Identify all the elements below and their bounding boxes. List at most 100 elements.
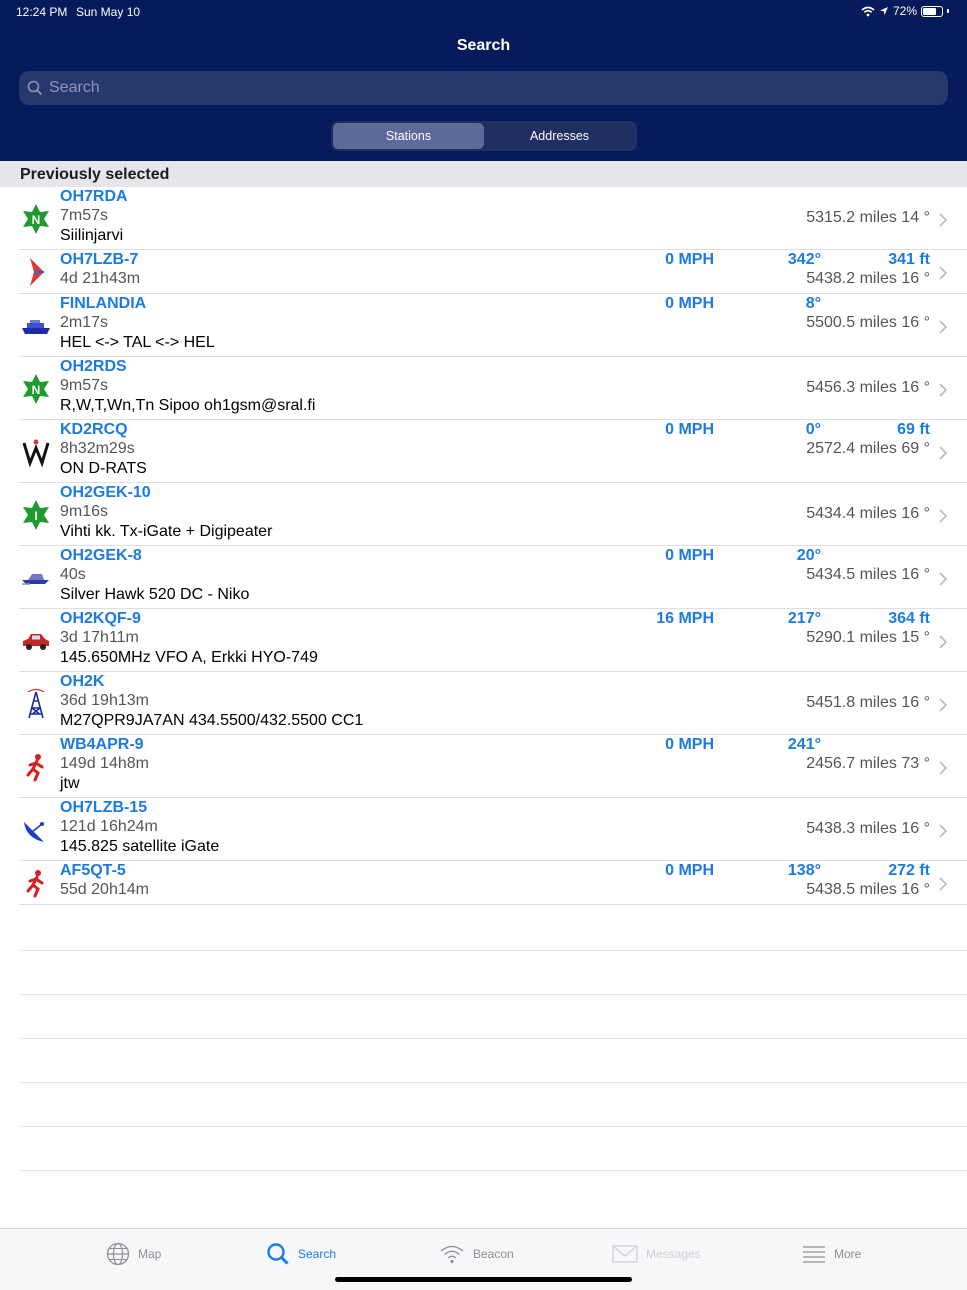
station-speed: 0 MPH (665, 251, 714, 268)
station-comment: Vihti kk. Tx-iGate + Digipeater (60, 523, 273, 540)
station-row[interactable]: OH7LZB-7 4d 21h43m 0 MPH 342° 341 ft 5438.2 m… (0, 250, 967, 294)
tab-search[interactable]: Search (266, 1241, 336, 1267)
station-callsign: OH2KQF-9 (60, 610, 141, 627)
segmented-control: Stations Addresses (331, 121, 637, 151)
station-course: 217° (787, 610, 821, 627)
station-callsign: FINLANDIA (60, 295, 147, 312)
station-row[interactable]: N OH7RDA 7m57s Siilinjarvi 5315.2 miles 14 ° (0, 187, 967, 250)
station-distance: 2456.7 miles 73 ° (806, 755, 930, 772)
station-row[interactable]: OH2GEK-8 40s Silver Hawk 520 DC - Niko 0 MP… (0, 546, 967, 609)
search-bar[interactable] (19, 71, 948, 105)
battery-percent: 72% (892, 4, 917, 18)
wifi-icon (440, 1245, 464, 1264)
station-row[interactable]: KD2RCQ 8h32m29s ON D-RATS 0 MPH 0° 69 ft 2572.… (0, 420, 967, 483)
station-course: 138° (787, 862, 821, 879)
station-distance: 5438.3 miles 16 ° (806, 820, 930, 837)
envelope-icon (612, 1245, 638, 1263)
globe-icon (106, 1242, 130, 1266)
station-age: 36d 19h13m (60, 692, 149, 709)
wifi-status-icon (861, 6, 875, 16)
chevron-right-icon (938, 698, 948, 712)
station-comment: Siilinjarvi (60, 227, 124, 244)
list-icon (803, 1246, 825, 1263)
station-distance: 5290.1 miles 15 ° (806, 629, 930, 646)
station-speed: 16 MPH (656, 610, 714, 627)
segment-addresses[interactable]: Addresses (484, 123, 635, 149)
battery-icon (921, 5, 943, 17)
tab-beacon[interactable]: Beacon (439, 1241, 514, 1267)
tab-map[interactable]: Map (106, 1241, 161, 1267)
station-altitude: 272 ft (888, 862, 930, 879)
jogger-icon (20, 867, 52, 899)
station-distance: 5434.5 miles 16 ° (806, 566, 930, 583)
station-altitude: 364 ft (888, 610, 930, 627)
station-distance: 5451.8 miles 16 ° (806, 694, 930, 711)
satellite-dish-icon (20, 814, 52, 846)
chevron-right-icon (938, 446, 948, 460)
svg-text:N: N (32, 213, 41, 227)
station-distance: 5438.5 miles 16 ° (806, 881, 930, 898)
station-age: 8h32m29s (60, 440, 135, 457)
chevron-right-icon (938, 572, 948, 586)
chevron-right-icon (938, 509, 948, 523)
station-callsign: OH2K (60, 673, 105, 690)
station-row[interactable]: OH2KQF-9 3d 17h11m 145.650MHz VFO A, Erkki… (0, 609, 967, 672)
jet-plane-icon (20, 256, 52, 288)
status-time: 12:24 PM (16, 5, 68, 19)
chevron-right-icon (938, 877, 948, 891)
station-age: 4d 21h43m (60, 270, 141, 287)
chevron-right-icon (938, 320, 948, 334)
search-icon (267, 1243, 289, 1265)
station-course: 0° (805, 421, 821, 438)
station-distance: 2572.4 miles 69 ° (806, 440, 930, 457)
green-star-n-icon: N (20, 203, 52, 235)
station-speed: 0 MPH (665, 295, 714, 312)
station-row[interactable]: AF5QT-5 55d 20h14m 0 MPH 138° 272 ft 5438.5 m… (0, 861, 967, 905)
tab-label: Search (298, 1247, 337, 1261)
station-comment: jtw (60, 775, 80, 792)
navigation-header: 12:24 PM Sun May 10 72% Search Stations … (0, 0, 967, 161)
status-bar: 12:24 PM Sun May 10 72% (0, 0, 967, 24)
station-speed: 0 MPH (665, 421, 714, 438)
station-comment: M27QPR9JA7AN 434.5500/432.5500 CC1 (60, 712, 364, 729)
station-course: 241° (787, 736, 821, 753)
station-comment: Silver Hawk 520 DC - Niko (60, 586, 250, 603)
station-speed: 0 MPH (665, 862, 714, 879)
station-distance: 5500.5 miles 16 ° (806, 314, 930, 331)
station-distance: 5434.4 miles 16 ° (806, 505, 930, 522)
chevron-right-icon (938, 761, 948, 775)
tab-label: Map (138, 1247, 162, 1261)
station-age: 7m57s (60, 207, 109, 224)
station-row[interactable]: OH2K 36d 19h13m M27QPR9JA7AN 434.5500/432.… (0, 672, 967, 735)
station-row[interactable]: FINLANDIA 2m17s HEL <-> TAL <-> HEL 0 MPH 8°… (0, 294, 967, 357)
station-row[interactable]: I OH2GEK-10 9m16s Vihti kk. Tx-iGate + Digi… (0, 483, 967, 546)
station-row[interactable]: WB4APR-9 149d 14h8m jtw 0 MPH 241° 2456.7 mil… (0, 735, 967, 798)
search-input[interactable] (49, 79, 929, 97)
segment-stations[interactable]: Stations (333, 123, 484, 149)
tab-label: Beacon (473, 1247, 514, 1261)
jogger-icon (20, 751, 52, 783)
station-comment: 145.825 satellite iGate (60, 838, 220, 855)
station-age: 3d 17h11m (60, 629, 139, 646)
green-star-i-icon: I (20, 499, 52, 531)
status-date: Sun May 10 (76, 5, 141, 19)
station-age: 55d 20h14m (60, 881, 149, 898)
home-indicator (335, 1277, 632, 1282)
status-indicators: 72% (861, 4, 949, 18)
location-arrow-icon (879, 7, 888, 15)
station-age: 9m57s (60, 377, 109, 394)
tab-more[interactable]: More (802, 1241, 861, 1267)
w-symbol-icon (20, 436, 52, 468)
tab-messages[interactable]: Messages (612, 1241, 701, 1267)
station-course: 342° (787, 251, 821, 268)
svg-text:N: N (32, 383, 41, 397)
page-title: Search (456, 37, 511, 54)
station-speed: 0 MPH (665, 736, 714, 753)
chevron-right-icon (938, 635, 948, 649)
station-row[interactable]: N OH2RDS 9m57s R,W,T,Wn,Tn Sipoo oh1gsm@sra… (0, 357, 967, 420)
station-age: 2m17s (60, 314, 109, 331)
station-distance: 5438.2 miles 16 ° (806, 270, 930, 287)
station-callsign: OH2GEK-10 (60, 484, 151, 501)
chevron-right-icon (938, 383, 948, 397)
station-row[interactable]: OH7LZB-15 121d 16h24m 145.825 satellite iG… (0, 798, 967, 861)
